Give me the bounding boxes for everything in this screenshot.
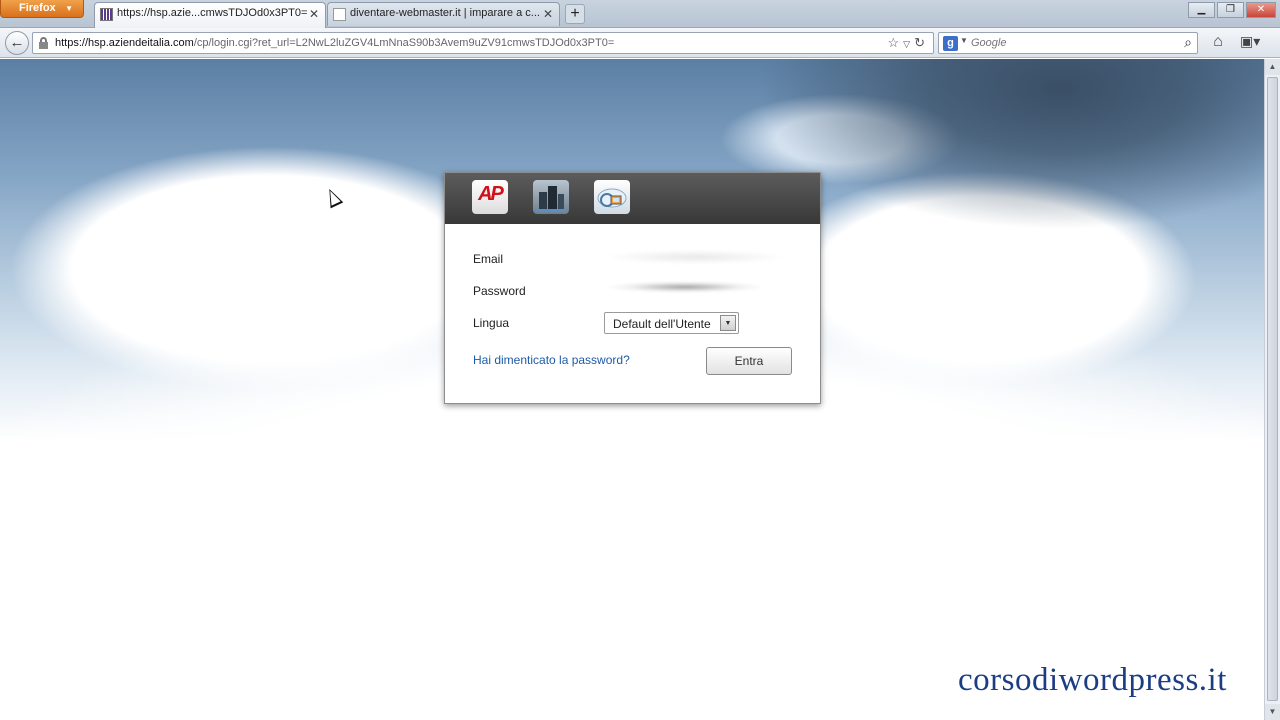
restore-button[interactable]: ❐ [1217,2,1244,18]
search-bar[interactable]: g ▼ ⌕ [938,32,1198,54]
tab-title: https://hsp.azie...cmwsTDJOd0x3PT0= [117,7,308,19]
buildings-graphic [536,186,566,212]
close-icon[interactable]: ✕ [543,7,553,21]
language-value: Default dell'Utente [613,317,711,331]
scroll-up-icon[interactable]: ▲ [1265,59,1280,75]
forgot-password-link[interactable]: Hai dimenticato la password? [473,353,630,367]
firefox-menu-label: Firefox [19,2,56,14]
url-domain: https://hsp.aziendeitalia.com [55,37,194,49]
language-label: Lingua [473,316,510,330]
login-panel: AP Email Password Lingua Default dell'Ut… [444,172,821,404]
login-header: AP [445,173,820,224]
tab-diventare-webmaster[interactable]: diventare-webmaster.it | imparare a c...… [327,2,560,26]
url-path: /cp/login.cgi?ret_url=L2NwL2luZGV4LmNnaS… [193,37,615,49]
title-bar: Firefox ▼ https://hsp.azie...cmwsTDJOd0x… [0,0,1280,28]
home-icon: ⌂ [1213,33,1223,50]
bookmarks-icon: ▣▾ [1240,33,1261,49]
back-button[interactable]: ← [5,31,29,55]
close-icon[interactable]: ✕ [309,7,319,21]
site-favicon-icon [100,8,113,21]
login-button[interactable]: Entra [706,347,792,375]
chevron-down-icon[interactable]: ▼ [720,315,736,331]
scrollbar-thumb[interactable] [1267,77,1278,701]
google-icon[interactable]: g [943,36,958,51]
page-background: AP Email Password Lingua Default dell'Ut… [0,59,1264,720]
mouse-cursor-icon [323,186,344,209]
password-field[interactable] [605,276,785,298]
reload-icon[interactable]: ↻ [914,35,929,50]
lock-icon [39,37,48,49]
login-form: Email Password Lingua Default dell'Utent… [445,224,820,403]
bookmarks-button[interactable]: ▣▾ [1240,33,1270,53]
arrow-left-icon: ← [9,34,25,51]
close-window-button[interactable]: ✕ [1246,2,1276,18]
search-input[interactable] [971,35,1171,51]
address-bar[interactable]: https://hsp.aziendeitalia.com/cp/login.c… [32,32,934,54]
home-button[interactable]: ⌂ [1208,33,1228,53]
dropdown-icon[interactable]: ▽ [903,39,914,49]
star-icon[interactable]: ☆ [888,35,904,50]
minimize-button[interactable]: ▁ [1188,2,1215,18]
firefox-menu-button[interactable]: Firefox ▼ [0,0,84,18]
url-actions: ☆▽↻ [888,35,929,51]
tab-title: diventare-webmaster.it | imparare a c... [350,7,540,19]
email-field[interactable] [605,246,785,268]
cloud-computer-icon[interactable] [594,180,630,214]
email-label: Email [473,252,504,266]
ap-logo-icon[interactable]: AP [472,180,508,214]
chevron-down-icon: ▼ [65,4,73,13]
watermark: corsodiwordpress.it [958,662,1227,698]
ap-logo-text: AP [478,183,504,205]
new-tab-button[interactable]: + [565,4,585,24]
chevron-down-icon[interactable]: ▼ [960,36,968,45]
url-text: https://hsp.aziendeitalia.com/cp/login.c… [55,37,614,49]
buildings-icon[interactable] [533,180,569,214]
search-icon[interactable]: ⌕ [1184,34,1192,51]
tab-active[interactable]: https://hsp.azie...cmwsTDJOd0x3PT0= ✕ [94,2,326,28]
scrollbar[interactable]: ▲ ▼ [1264,59,1280,720]
password-label: Password [473,284,526,298]
navigation-bar: ← https://hsp.aziendeitalia.com/cp/login… [0,28,1280,58]
cloud-computer-graphic [597,188,627,208]
page-favicon-icon [333,8,346,21]
scroll-down-icon[interactable]: ▼ [1265,704,1280,720]
language-select[interactable]: Default dell'Utente ▼ [604,312,739,334]
